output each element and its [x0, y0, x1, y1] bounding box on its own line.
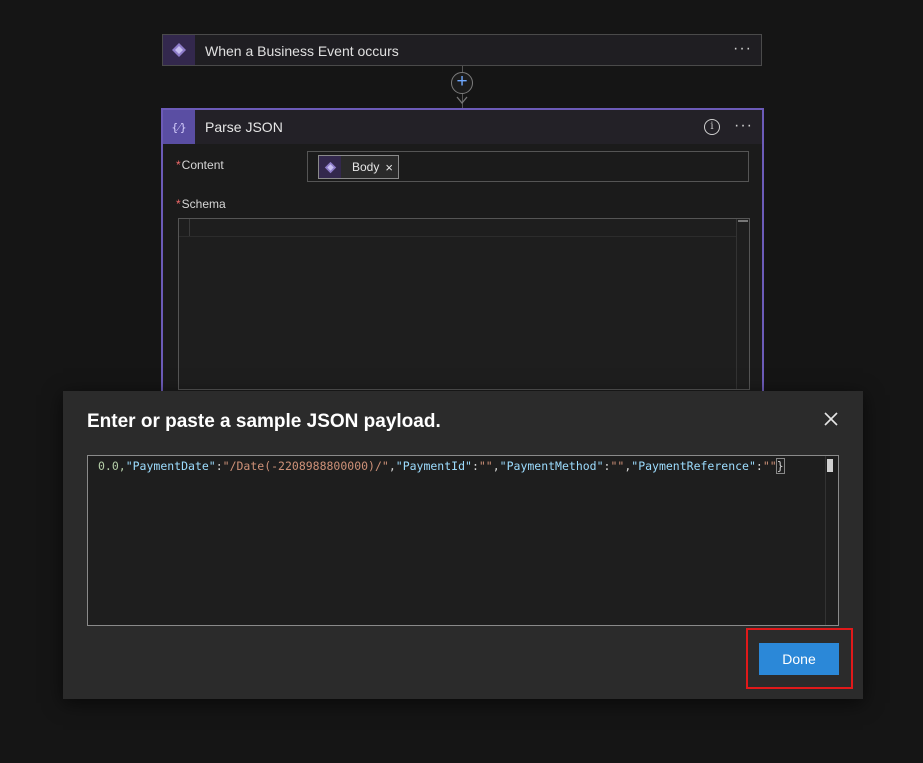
trigger-title: When a Business Event occurs — [205, 43, 399, 59]
body-token-label: Body — [352, 160, 380, 174]
json-payload-editor[interactable]: 0.0,"PaymentDate":"/Date(-2208988800000)… — [87, 455, 839, 626]
code-line: 0.0,"PaymentDate":"/Date(-2208988800000)… — [98, 458, 785, 474]
schema-scrollbar[interactable] — [736, 219, 749, 389]
info-icon[interactable]: i — [704, 119, 720, 135]
schema-scroll-thumb[interactable] — [738, 220, 748, 222]
remove-token-icon[interactable]: × — [385, 160, 393, 175]
dialog-title: Enter or paste a sample JSON payload. — [87, 411, 441, 432]
trigger-more-icon[interactable]: ··· — [733, 40, 752, 58]
parse-json-icon: {⁄} — [163, 110, 195, 144]
business-event-icon — [319, 156, 341, 178]
schema-label: *Schema — [176, 197, 226, 211]
scroll-thumb[interactable] — [827, 459, 833, 472]
done-button[interactable]: Done — [759, 643, 839, 675]
required-mark: * — [176, 197, 181, 211]
parse-json-title: Parse JSON — [205, 119, 283, 135]
add-step-button[interactable]: + — [451, 72, 473, 94]
parse-json-more-icon[interactable]: ··· — [734, 117, 753, 135]
arrow-down-icon — [456, 96, 468, 105]
close-icon[interactable] — [823, 411, 839, 427]
required-mark: * — [176, 158, 181, 172]
sample-payload-dialog: Enter or paste a sample JSON payload. 0.… — [63, 391, 863, 699]
trigger-card[interactable]: When a Business Event occurs ··· — [162, 34, 762, 66]
parse-json-card: {⁄} Parse JSON i ··· *Content Body × *Sc… — [161, 108, 764, 398]
parse-json-header[interactable]: {⁄} Parse JSON i ··· — [163, 110, 762, 144]
schema-current-line — [179, 236, 737, 237]
body-token[interactable]: Body × — [318, 155, 399, 179]
schema-editor[interactable] — [178, 218, 750, 390]
content-label: *Content — [176, 158, 224, 172]
editor-scrollbar[interactable] — [825, 456, 826, 625]
schema-gutter — [189, 219, 190, 237]
business-event-icon — [163, 35, 195, 65]
content-field[interactable]: Body × — [307, 151, 749, 182]
